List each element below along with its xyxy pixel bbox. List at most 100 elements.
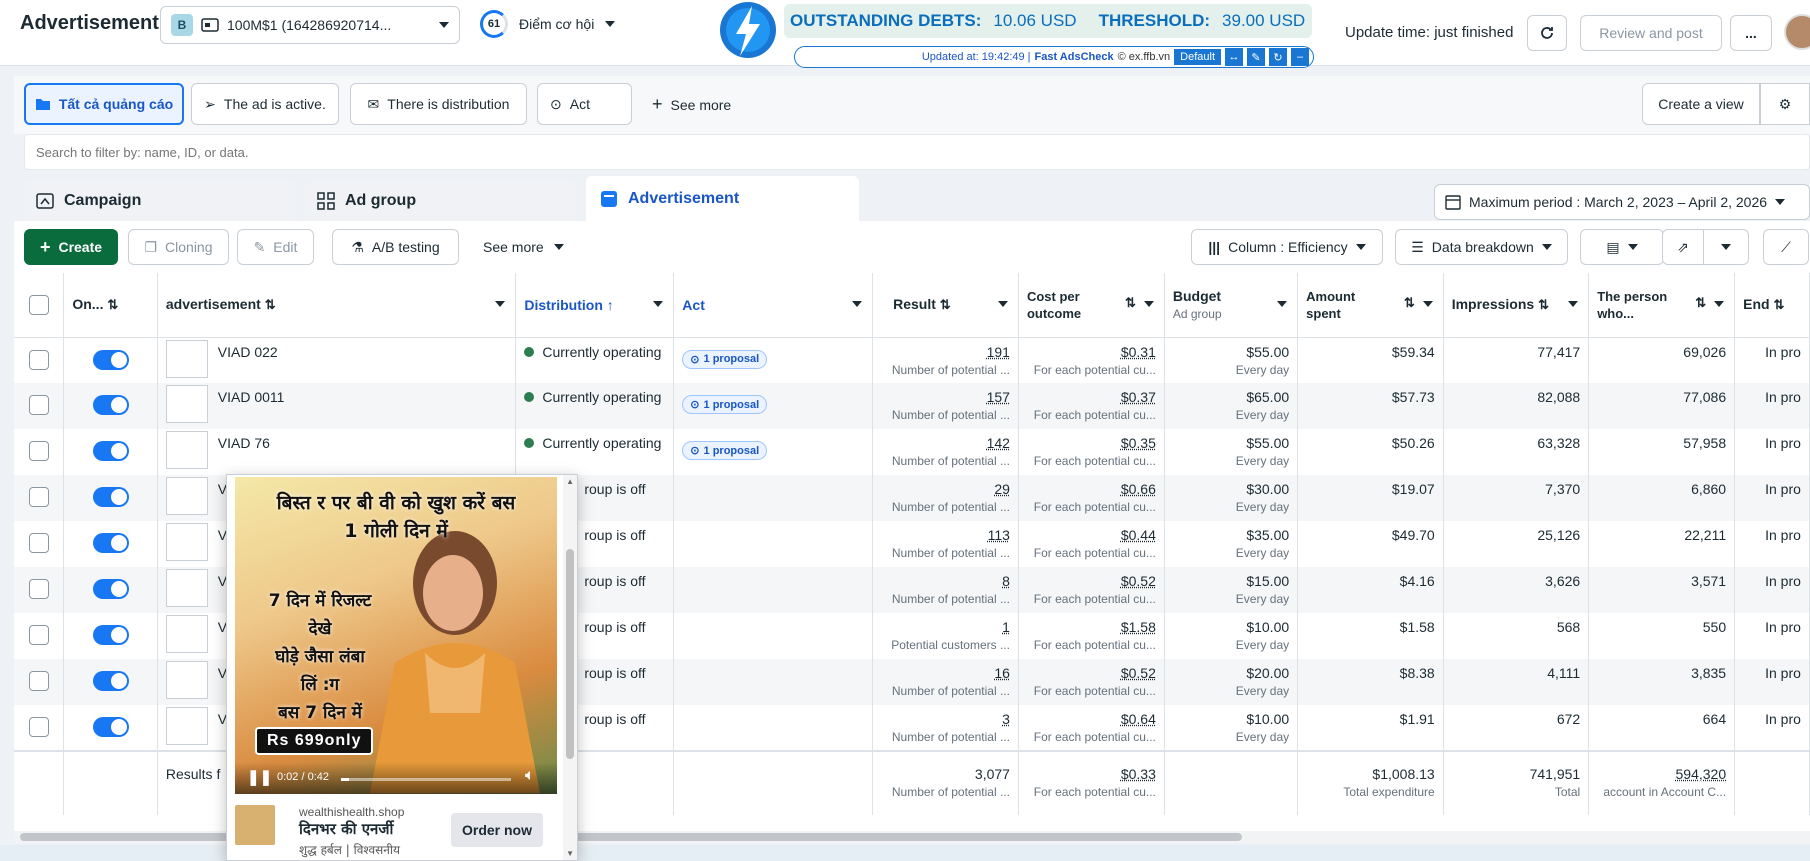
chevron-down-icon[interactable] (1714, 301, 1725, 307)
ad-toggle[interactable] (92, 579, 129, 599)
table-row[interactable]: VIAD 022 Currently operating ⊙ 1 proposal… (14, 337, 1810, 383)
ad-thumbnail[interactable] (165, 569, 208, 607)
opportunity-score-label[interactable]: Điểm cơ hội (519, 16, 594, 32)
ad-name[interactable]: VIAD 76 (218, 435, 270, 451)
chevron-down-icon[interactable] (1568, 301, 1579, 307)
opportunity-score-ring[interactable]: 61 (480, 10, 508, 38)
expand-icon[interactable]: ↔ (1225, 48, 1243, 66)
select-all-checkbox[interactable] (28, 294, 49, 315)
ad-thumbnail[interactable] (165, 523, 208, 561)
ad-thumbnail[interactable] (165, 707, 208, 745)
reports-button[interactable]: ▤ (1580, 229, 1664, 265)
ad-thumbnail[interactable] (165, 339, 208, 378)
table-row[interactable]: VIAD 0011 Currently operating ⊙ 1 proposa… (14, 383, 1810, 429)
header-cost-per-outcome[interactable]: Cost per outcome ⇅ (1018, 273, 1165, 338)
select-all-header[interactable] (14, 273, 65, 338)
budget-cell[interactable]: $55.00 Every day (1164, 429, 1299, 475)
export-menu-button[interactable] (1703, 229, 1749, 265)
table-row[interactable]: VIAD 76 Currently operating ⊙ 1 proposal … (14, 429, 1810, 475)
tab-advertisement[interactable]: Advertisement (586, 176, 859, 221)
tab-campaign[interactable]: Campaign (24, 181, 296, 221)
refresh-button[interactable] (1527, 15, 1567, 51)
header-end[interactable]: End ⇅ (1734, 273, 1810, 338)
header-advertisement[interactable]: advertisement ⇅ (157, 273, 517, 338)
header-distribution[interactable]: Distribution ↑ (515, 273, 675, 338)
cpo-value[interactable]: $1.58 (1027, 619, 1156, 635)
breakdown-selector[interactable]: ☰ Data breakdown (1395, 229, 1568, 265)
header-act[interactable]: Act (673, 273, 874, 338)
ad-toggle[interactable] (92, 717, 129, 737)
ad-toggle[interactable] (92, 625, 129, 645)
export-button[interactable]: ⇗ (1662, 229, 1704, 265)
proposal-badge[interactable]: ⊙ 1 proposal (682, 441, 768, 460)
tab-all-ads[interactable]: Tất cả quảng cáo (24, 83, 184, 125)
header-amount-spent[interactable]: Amount spent ⇅ (1297, 273, 1444, 338)
row-checkbox[interactable] (28, 625, 49, 645)
header-impressions[interactable]: Impressions ⇅ (1443, 273, 1590, 338)
sort-icon[interactable]: ⇅ (265, 297, 276, 312)
row-checkbox[interactable] (28, 441, 49, 461)
header-on[interactable]: On... ⇅ (63, 273, 158, 338)
chevron-down-icon[interactable] (605, 21, 615, 27)
sort-icon[interactable]: ⇅ (1695, 295, 1706, 311)
row-checkbox[interactable] (28, 395, 49, 415)
sort-icon[interactable]: ⇅ (1773, 297, 1784, 312)
video-progress-track[interactable] (341, 778, 511, 781)
ad-thumbnail[interactable] (165, 431, 208, 469)
row-checkbox[interactable] (28, 349, 49, 370)
result-value[interactable]: 1 (881, 619, 1010, 635)
date-range-picker[interactable]: Maximum period : March 2, 2023 – April 2… (1434, 184, 1810, 220)
budget-cell[interactable]: $35.00 Every day (1164, 521, 1299, 567)
cpo-value[interactable]: $0.52 (1027, 573, 1156, 589)
row-checkbox[interactable] (28, 671, 49, 691)
budget-cell[interactable]: $10.00 Every day (1164, 705, 1299, 751)
cpo-value[interactable]: $0.66 (1027, 481, 1156, 497)
proposal-badge[interactable]: ⊙ 1 proposal (682, 395, 768, 414)
ad-toggle[interactable] (92, 441, 129, 461)
cpo-value[interactable]: $0.35 (1027, 435, 1156, 451)
ad-name-cell[interactable]: VIAD 022 (157, 337, 517, 383)
ad-video[interactable]: बिस्त र पर बी वी को खुश करें बस 1 गोली द… (235, 477, 557, 794)
ad-name[interactable]: VIAD 0011 (218, 389, 285, 405)
filter-settings-button[interactable]: ⚙ (1760, 83, 1810, 125)
ab-testing-button[interactable]: ⚗ A/B testing (332, 229, 459, 265)
ad-toggle[interactable] (92, 349, 129, 370)
row-checkbox[interactable] (28, 717, 49, 737)
ad-thumbnail[interactable] (165, 661, 208, 699)
account-selector[interactable]: B 100M$1 (164286920714... (160, 6, 460, 44)
ad-toggle[interactable] (92, 671, 129, 691)
chevron-down-icon[interactable] (1143, 301, 1154, 307)
cpo-value[interactable]: $0.31 (1027, 344, 1156, 360)
totals-cpo-value[interactable]: $0.33 (1027, 766, 1156, 782)
budget-cell[interactable]: $15.00 Every day (1164, 567, 1299, 613)
ad-name-cell[interactable]: VIAD 76 (157, 429, 517, 475)
chart-button[interactable]: ⟋ (1763, 229, 1809, 265)
budget-cell[interactable]: $65.00 Every day (1164, 383, 1299, 429)
chevron-down-icon[interactable] (852, 301, 863, 307)
edit-button[interactable]: ✎ Edit (237, 229, 314, 265)
sort-icon[interactable]: ⇅ (1125, 295, 1136, 311)
tab-active-ads[interactable]: ➢ The ad is active. (191, 83, 339, 125)
ad-toggle[interactable] (92, 533, 129, 553)
row-checkbox[interactable] (28, 533, 49, 553)
budget-cell[interactable]: $30.00 Every day (1164, 475, 1299, 521)
ad-name[interactable]: VIAD 022 (218, 344, 278, 360)
ad-thumbnail[interactable] (165, 615, 208, 653)
ad-thumbnail[interactable] (165, 385, 208, 423)
chevron-down-icon[interactable] (1277, 301, 1288, 307)
result-value[interactable]: 113 (881, 527, 1010, 543)
profile-select[interactable]: Default (1174, 49, 1221, 65)
tab-act[interactable]: ⊙ Act (537, 83, 632, 125)
see-more-filters[interactable]: + See more (652, 94, 731, 115)
row-checkbox[interactable] (28, 579, 49, 599)
order-now-button[interactable]: Order now (451, 813, 543, 847)
budget-cell[interactable]: $20.00 Every day (1164, 659, 1299, 705)
create-button[interactable]: + Create (24, 229, 118, 265)
cpo-value[interactable]: $0.52 (1027, 665, 1156, 681)
result-value[interactable]: 8 (881, 573, 1010, 589)
result-value[interactable]: 142 (881, 435, 1010, 451)
result-value[interactable]: 29 (881, 481, 1010, 497)
chevron-down-icon[interactable] (1422, 301, 1433, 307)
refresh-icon[interactable]: ↻ (1269, 48, 1287, 66)
volume-icon[interactable]: 🔈︎ (525, 767, 535, 785)
